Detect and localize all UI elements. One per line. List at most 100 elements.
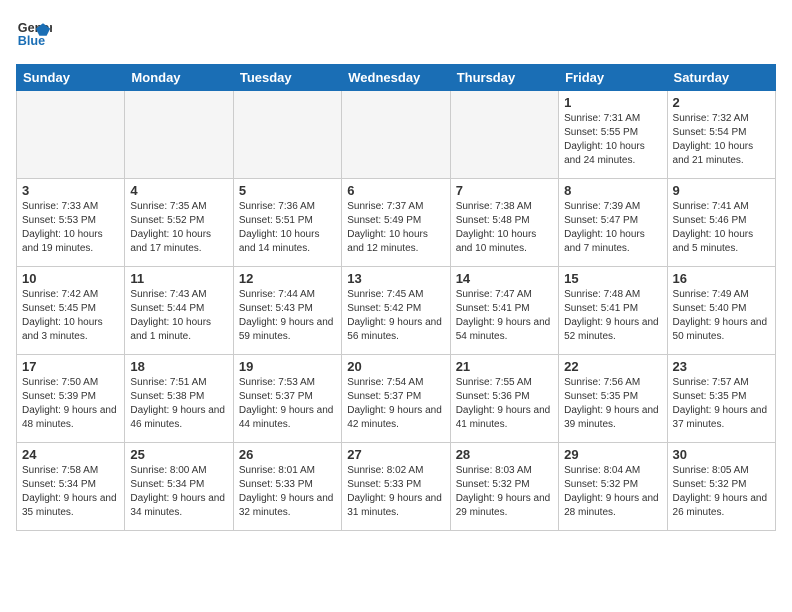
calendar-cell: 22 Sunrise: 7:56 AMSunset: 5:35 PMDayligh… [559,355,667,443]
calendar-week-row: 10Sunrise: 7:42 AMSunset: 5:45 PMDayligh… [17,267,776,355]
day-number: 18 [130,359,227,374]
day-number: 24 [22,447,119,462]
day-number: 14 [456,271,553,286]
calendar-cell: 9 Sunrise: 7:41 AMSunset: 5:46 PMDaylight… [667,179,775,267]
calendar-cell: 10Sunrise: 7:42 AMSunset: 5:45 PMDayligh… [17,267,125,355]
day-number: 27 [347,447,444,462]
day-number: 22 [564,359,661,374]
day-detail: Sunrise: 7:45 AMSunset: 5:42 PMDaylight:… [347,288,444,344]
day-number: 21 [456,359,553,374]
day-detail: Sunrise: 8:01 AMSunset: 5:33 PMDaylight:… [239,464,336,520]
day-number: 3 [22,183,119,198]
weekday-header: Sunday [17,65,125,91]
day-detail: Sunrise: 7:54 AMSunset: 5:37 PMDaylight:… [347,376,444,432]
calendar-cell: 27 Sunrise: 8:02 AMSunset: 5:33 PMDayligh… [342,443,450,531]
day-number: 5 [239,183,336,198]
calendar-body: 1 Sunrise: 7:31 AMSunset: 5:55 PMDaylight… [17,91,776,531]
day-number: 6 [347,183,444,198]
day-detail: Sunrise: 7:42 AMSunset: 5:45 PMDaylight:… [22,288,119,344]
day-number: 29 [564,447,661,462]
calendar-cell: 3Sunrise: 7:33 AMSunset: 5:53 PMDaylight… [17,179,125,267]
calendar-cell: 16Sunrise: 7:49 AMSunset: 5:40 PMDayligh… [667,267,775,355]
calendar-cell [17,91,125,179]
weekday-header: Tuesday [233,65,341,91]
day-number: 2 [673,95,770,110]
day-detail: Sunrise: 7:48 AMSunset: 5:41 PMDaylight:… [564,288,661,344]
day-detail: Sunrise: 7:44 AMSunset: 5:43 PMDaylight:… [239,288,336,344]
day-detail: Sunrise: 7:58 AMSunset: 5:34 PMDaylight:… [22,464,119,520]
day-detail: Sunrise: 7:36 AMSunset: 5:51 PMDaylight:… [239,200,336,256]
calendar-cell: 30 Sunrise: 8:05 AMSunset: 5:32 PMDayligh… [667,443,775,531]
day-number: 13 [347,271,444,286]
weekday-header: Wednesday [342,65,450,91]
weekday-header: Thursday [450,65,558,91]
day-detail: Sunrise: 7:50 AMSunset: 5:39 PMDaylight:… [22,376,119,432]
day-detail: Sunrise: 7:32 AMSunset: 5:54 PMDaylight:… [673,112,770,168]
day-number: 25 [130,447,227,462]
day-number: 28 [456,447,553,462]
calendar-cell: 18 Sunrise: 7:51 AMSunset: 5:38 PMDayligh… [125,355,233,443]
day-detail: Sunrise: 7:43 AMSunset: 5:44 PMDaylight:… [130,288,227,344]
logo-icon: General Blue [16,16,52,52]
calendar-cell: 24 Sunrise: 7:58 AMSunset: 5:34 PMDayligh… [17,443,125,531]
day-detail: Sunrise: 7:47 AMSunset: 5:41 PMDaylight:… [456,288,553,344]
day-detail: Sunrise: 7:41 AMSunset: 5:46 PMDaylight:… [673,200,770,256]
day-detail: Sunrise: 7:56 AMSunset: 5:35 PMDaylight:… [564,376,661,432]
calendar-cell: 12 Sunrise: 7:44 AMSunset: 5:43 PMDayligh… [233,267,341,355]
calendar-cell: 17Sunrise: 7:50 AMSunset: 5:39 PMDayligh… [17,355,125,443]
day-number: 8 [564,183,661,198]
day-number: 23 [673,359,770,374]
day-number: 9 [673,183,770,198]
calendar-cell: 23 Sunrise: 7:57 AMSunset: 5:35 PMDayligh… [667,355,775,443]
calendar-cell: 4 Sunrise: 7:35 AMSunset: 5:52 PMDaylight… [125,179,233,267]
day-number: 7 [456,183,553,198]
calendar-cell: 25Sunrise: 8:00 AMSunset: 5:34 PMDayligh… [125,443,233,531]
calendar-cell: 1 Sunrise: 7:31 AMSunset: 5:55 PMDaylight… [559,91,667,179]
calendar-header-row: SundayMondayTuesdayWednesdayThursdayFrid… [17,65,776,91]
day-detail: Sunrise: 7:31 AMSunset: 5:55 PMDaylight:… [564,112,661,168]
day-detail: Sunrise: 7:57 AMSunset: 5:35 PMDaylight:… [673,376,770,432]
calendar-cell: 13 Sunrise: 7:45 AMSunset: 5:42 PMDayligh… [342,267,450,355]
calendar-cell: 29 Sunrise: 8:04 AMSunset: 5:32 PMDayligh… [559,443,667,531]
day-detail: Sunrise: 8:02 AMSunset: 5:33 PMDaylight:… [347,464,444,520]
calendar-cell: 14 Sunrise: 7:47 AMSunset: 5:41 PMDayligh… [450,267,558,355]
weekday-header: Saturday [667,65,775,91]
day-number: 1 [564,95,661,110]
calendar-week-row: 1 Sunrise: 7:31 AMSunset: 5:55 PMDaylight… [17,91,776,179]
day-detail: Sunrise: 7:51 AMSunset: 5:38 PMDaylight:… [130,376,227,432]
day-detail: Sunrise: 7:39 AMSunset: 5:47 PMDaylight:… [564,200,661,256]
calendar-cell: 20 Sunrise: 7:54 AMSunset: 5:37 PMDayligh… [342,355,450,443]
calendar-week-row: 17Sunrise: 7:50 AMSunset: 5:39 PMDayligh… [17,355,776,443]
weekday-header: Friday [559,65,667,91]
day-detail: Sunrise: 8:03 AMSunset: 5:32 PMDaylight:… [456,464,553,520]
calendar-cell: 6 Sunrise: 7:37 AMSunset: 5:49 PMDaylight… [342,179,450,267]
svg-text:Blue: Blue [18,34,45,48]
calendar-cell [450,91,558,179]
calendar-cell: 11 Sunrise: 7:43 AMSunset: 5:44 PMDayligh… [125,267,233,355]
calendar-cell [125,91,233,179]
day-number: 11 [130,271,227,286]
day-number: 12 [239,271,336,286]
calendar-cell: 26 Sunrise: 8:01 AMSunset: 5:33 PMDayligh… [233,443,341,531]
day-detail: Sunrise: 7:35 AMSunset: 5:52 PMDaylight:… [130,200,227,256]
calendar-table: SundayMondayTuesdayWednesdayThursdayFrid… [16,64,776,531]
day-detail: Sunrise: 7:38 AMSunset: 5:48 PMDaylight:… [456,200,553,256]
day-number: 15 [564,271,661,286]
calendar-cell: 5 Sunrise: 7:36 AMSunset: 5:51 PMDaylight… [233,179,341,267]
day-detail: Sunrise: 8:05 AMSunset: 5:32 PMDaylight:… [673,464,770,520]
day-number: 20 [347,359,444,374]
calendar-week-row: 3Sunrise: 7:33 AMSunset: 5:53 PMDaylight… [17,179,776,267]
day-detail: Sunrise: 7:37 AMSunset: 5:49 PMDaylight:… [347,200,444,256]
weekday-header: Monday [125,65,233,91]
calendar-week-row: 24 Sunrise: 7:58 AMSunset: 5:34 PMDayligh… [17,443,776,531]
day-number: 4 [130,183,227,198]
calendar-cell: 8 Sunrise: 7:39 AMSunset: 5:47 PMDaylight… [559,179,667,267]
calendar-cell [233,91,341,179]
day-number: 30 [673,447,770,462]
calendar-cell: 15 Sunrise: 7:48 AMSunset: 5:41 PMDayligh… [559,267,667,355]
header: General Blue [16,16,776,52]
day-detail: Sunrise: 7:55 AMSunset: 5:36 PMDaylight:… [456,376,553,432]
day-number: 16 [673,271,770,286]
day-detail: Sunrise: 8:04 AMSunset: 5:32 PMDaylight:… [564,464,661,520]
day-number: 26 [239,447,336,462]
